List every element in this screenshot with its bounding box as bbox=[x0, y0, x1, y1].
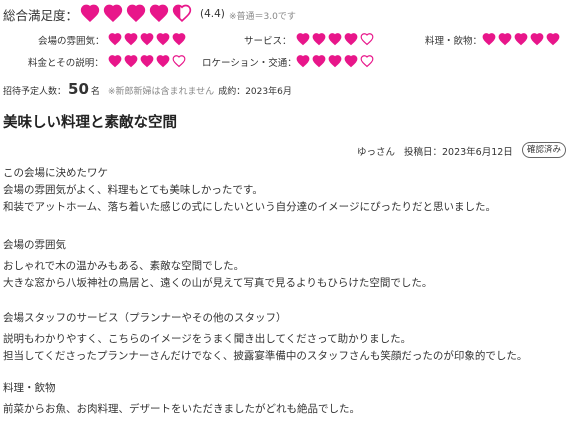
verified-badge: 確認済み bbox=[522, 142, 567, 158]
section-heading: 会場スタッフのサービス（プランナーやその他のスタッフ） bbox=[3, 312, 287, 324]
heart-filled-icon bbox=[328, 55, 342, 68]
guests-unit: 名 bbox=[90, 87, 100, 97]
heart-filled-icon bbox=[124, 55, 138, 68]
category-hearts-food bbox=[482, 32, 562, 46]
overall-rating-note: ※普通＝3.0です bbox=[229, 12, 296, 22]
section-line: 和装でアットホーム、落ち着いた感じの式にしたいという自分達のイメージにぴったりだ… bbox=[3, 201, 496, 213]
heart-filled-icon bbox=[328, 33, 342, 46]
category-hearts-location bbox=[296, 54, 376, 68]
section-line: 説明もわかりやすく、こちらのイメージをうまく聞き出してくださって助かりました。 bbox=[3, 333, 412, 345]
category-label-food: 料理・飲物： bbox=[425, 36, 483, 47]
section-heading: 会場の雰囲気 bbox=[3, 239, 66, 251]
category-label-location: ロケーション・交通： bbox=[202, 58, 297, 69]
review-title: 美味しい料理と素敵な空間 bbox=[3, 115, 177, 131]
heart-filled-icon bbox=[124, 33, 138, 46]
heart-filled-icon bbox=[482, 33, 496, 46]
heart-half-icon bbox=[172, 4, 192, 22]
heart-filled-icon bbox=[80, 4, 100, 22]
category-hearts-atmosphere bbox=[108, 32, 188, 46]
heart-filled-icon bbox=[546, 33, 560, 46]
category-label-service: サービス： bbox=[244, 36, 292, 47]
heart-filled-icon bbox=[140, 33, 154, 46]
section-line: 大きな窓から八坂神社の鳥居と、遠くの山が見えて写真で見るよりもひらけた空間でした… bbox=[3, 277, 433, 289]
heart-filled-icon bbox=[126, 4, 146, 22]
section-line: 担当してくださったプランナーさんだけでなく、披露宴準備中のスタッフさんも笑顔だっ… bbox=[3, 350, 528, 362]
heart-filled-icon bbox=[312, 33, 326, 46]
review-section-atmosphere: 会場の雰囲気 おしゃれで木の温かみもある、素敵な空間でした。 大きな窓から八坂神… bbox=[3, 237, 432, 292]
heart-filled-icon bbox=[103, 4, 123, 22]
overall-hearts bbox=[80, 3, 195, 23]
review-section-service: 会場スタッフのサービス（プランナーやその他のスタッフ） 説明もわかりやすく、こち… bbox=[3, 310, 527, 365]
overall-label: 総合満足度： bbox=[3, 8, 79, 23]
category-hearts-service bbox=[296, 32, 376, 46]
contract-date: 成約：2023年6月 bbox=[218, 87, 292, 97]
review-author: ゆっさん bbox=[357, 147, 396, 158]
section-line: 前菜からお魚、お肉料理、デザートをいただきましたがどれも絶品でした。 bbox=[3, 403, 360, 415]
heart-filled-icon bbox=[108, 55, 122, 68]
section-line: おしゃれで木の温かみもある、素敵な空間でした。 bbox=[3, 260, 245, 272]
heart-empty-icon bbox=[360, 55, 374, 68]
section-heading: この会場に決めたワケ bbox=[3, 167, 108, 179]
heart-filled-icon bbox=[312, 55, 326, 68]
overall-rating-value: (4.4) bbox=[200, 8, 225, 20]
category-label-atmosphere: 会場の雰囲気： bbox=[38, 36, 105, 47]
heart-filled-icon bbox=[498, 33, 512, 46]
heart-filled-icon bbox=[530, 33, 544, 46]
heart-filled-icon bbox=[149, 4, 169, 22]
heart-empty-icon bbox=[172, 55, 186, 68]
heart-filled-icon bbox=[296, 55, 310, 68]
heart-filled-icon bbox=[172, 33, 186, 46]
heart-filled-icon bbox=[514, 33, 528, 46]
heart-filled-icon bbox=[140, 55, 154, 68]
guests-row: 招待予定人数： 50 名 ※新郎新婦は含まれません 成約：2023年6月 bbox=[3, 80, 292, 98]
review-date: 投稿日：2023年6月12日 bbox=[404, 147, 513, 158]
guests-label: 招待予定人数： bbox=[3, 87, 67, 97]
review-section-reason: この会場に決めたワケ 会場の雰囲気がよく、料理もとても美味しかったです。 和装で… bbox=[3, 165, 496, 216]
heart-filled-icon bbox=[344, 33, 358, 46]
section-line: 会場の雰囲気がよく、料理もとても美味しかったです。 bbox=[3, 184, 263, 196]
guests-count: 50 bbox=[68, 80, 89, 98]
section-heading: 料理・飲物 bbox=[3, 382, 56, 394]
heart-empty-icon bbox=[360, 33, 374, 46]
guests-note: ※新郎新婦は含まれません bbox=[107, 87, 215, 97]
heart-filled-icon bbox=[156, 55, 170, 68]
category-label-price: 料金とその説明： bbox=[28, 58, 104, 69]
review-section-food: 料理・飲物 前菜からお魚、お肉料理、デザートをいただきましたがどれも絶品でした。 bbox=[3, 380, 360, 418]
heart-filled-icon bbox=[296, 33, 310, 46]
heart-filled-icon bbox=[108, 33, 122, 46]
heart-filled-icon bbox=[344, 55, 358, 68]
category-hearts-price bbox=[108, 54, 188, 68]
heart-filled-icon bbox=[156, 33, 170, 46]
